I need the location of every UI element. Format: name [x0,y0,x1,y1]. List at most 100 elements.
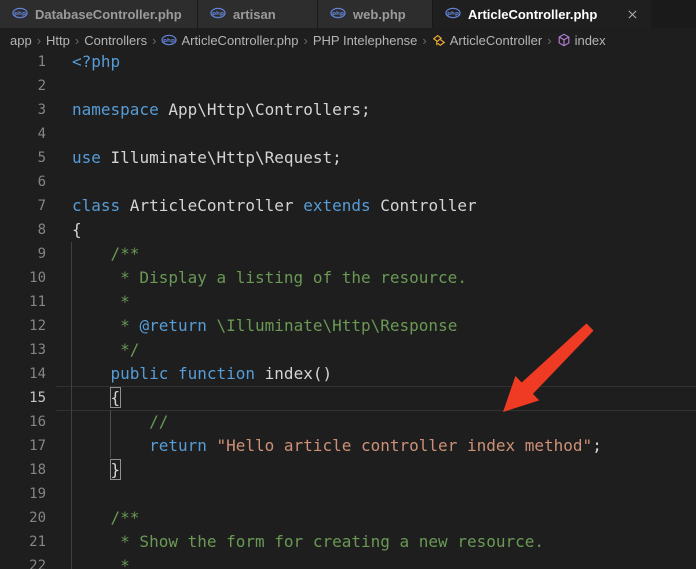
line-number: 12 [0,314,46,338]
code-line[interactable]: 12 * @return \Illuminate\Http\Response [0,314,696,338]
line-number: 8 [0,218,46,242]
line-number: 14 [0,362,46,386]
code-line[interactable]: 16 // [0,410,696,434]
svg-text:php: php [212,11,224,17]
breadcrumb-label: PHP Intelephense [313,33,418,48]
chevron-right-icon: › [542,33,556,48]
line-number: 1 [0,52,46,74]
php-icon: php [12,7,28,22]
breadcrumb-item-index[interactable]: index [557,33,606,48]
tab-articlecontroller-php[interactable]: php ArticleController.php [433,0,651,28]
code-text: * Show the form for creating a new resou… [46,530,696,554]
code-text [46,170,696,194]
code-editor[interactable]: 1<?php23namespace App\Http\Controllers;4… [0,52,696,569]
code-text: class ArticleController extends Controll… [46,194,696,218]
code-text [46,482,696,506]
tab-label: web.php [353,7,406,22]
breadcrumb: app›Http›Controllers›phpArticleControlle… [0,28,696,52]
code-text: { [46,386,696,410]
code-text: * @return \Illuminate\Http\Response [46,314,696,338]
code-line[interactable]: 6 [0,170,696,194]
code-line[interactable]: 15 { [0,386,696,410]
breadcrumb-label: Http [46,33,70,48]
code-text: { [46,218,696,242]
breadcrumb-label: ArticleController.php [181,33,298,48]
class-icon [432,33,446,47]
code-line[interactable]: 3namespace App\Http\Controllers; [0,98,696,122]
line-number: 13 [0,338,46,362]
tab-bar: phpDatabaseController.phpphpartisanphpwe… [0,0,696,28]
chevron-right-icon: › [417,33,431,48]
tab-label: artisan [233,7,276,22]
breadcrumb-label: ArticleController [450,33,542,48]
tab-label: ArticleController.php [468,7,597,22]
svg-text:php: php [447,11,459,17]
code-line[interactable]: 22 * [0,554,696,569]
line-number: 17 [0,434,46,458]
tab-databasecontroller-php[interactable]: phpDatabaseController.php [0,0,198,28]
code-text: } [46,458,696,482]
code-line[interactable]: 20 /** [0,506,696,530]
code-text [46,122,696,146]
php-icon: php [210,7,226,22]
code-text: return "Hello article controller index m… [46,434,696,458]
code-text: * [46,290,696,314]
code-text: */ [46,338,696,362]
line-number: 22 [0,554,46,569]
code-lines: 1<?php23namespace App\Http\Controllers;4… [0,52,696,569]
line-number: 10 [0,266,46,290]
breadcrumb-item-http[interactable]: Http [46,33,70,48]
breadcrumb-item-app[interactable]: app [10,33,32,48]
breadcrumb-item-articlecontroller-php[interactable]: php ArticleController.php [161,33,298,48]
code-line[interactable]: 10 * Display a listing of the resource. [0,266,696,290]
code-line[interactable]: 1<?php [0,52,696,74]
breadcrumb-label: index [575,33,606,48]
vscode-window: phpDatabaseController.phpphpartisanphpwe… [0,0,696,569]
code-line[interactable]: 8{ [0,218,696,242]
close-icon[interactable] [626,8,639,21]
line-number: 3 [0,98,46,122]
line-number: 4 [0,122,46,146]
chevron-right-icon: › [299,33,313,48]
code-text: namespace App\Http\Controllers; [46,98,696,122]
code-text: * [46,554,696,569]
breadcrumb-item-php-intelephense[interactable]: PHP Intelephense [313,33,418,48]
line-number: 19 [0,482,46,506]
code-line[interactable]: 9 /** [0,242,696,266]
line-number: 15 [0,386,46,410]
line-number: 20 [0,506,46,530]
code-line[interactable]: 5use Illuminate\Http\Request; [0,146,696,170]
code-line[interactable]: 7class ArticleController extends Control… [0,194,696,218]
line-number: 21 [0,530,46,554]
code-line[interactable]: 13 */ [0,338,696,362]
tab-artisan[interactable]: php artisan [198,0,318,28]
line-number: 16 [0,410,46,434]
code-line[interactable]: 2 [0,74,696,98]
code-line[interactable]: 17 return "Hello article controller inde… [0,434,696,458]
code-text: use Illuminate\Http\Request; [46,146,696,170]
code-line[interactable]: 19 [0,482,696,506]
code-line[interactable]: 14 public function index() [0,362,696,386]
svg-text:php: php [14,11,26,17]
svg-text:php: php [332,11,344,17]
chevron-right-icon: › [147,33,161,48]
code-text: * Display a listing of the resource. [46,266,696,290]
line-number: 9 [0,242,46,266]
code-line[interactable]: 11 * [0,290,696,314]
code-line[interactable]: 21 * Show the form for creating a new re… [0,530,696,554]
breadcrumb-item-controllers[interactable]: Controllers [84,33,147,48]
chevron-right-icon: › [70,33,84,48]
code-text: <?php [46,52,696,74]
chevron-right-icon: › [32,33,46,48]
line-number: 2 [0,74,46,98]
svg-text:php: php [164,38,176,44]
code-line[interactable]: 4 [0,122,696,146]
line-number: 7 [0,194,46,218]
tab-web-php[interactable]: php web.php [318,0,433,28]
breadcrumb-item-articlecontroller[interactable]: ArticleController [432,33,542,48]
code-text: // [46,410,696,434]
code-text: /** [46,242,696,266]
php-icon: php [330,7,346,22]
code-line[interactable]: 18 } [0,458,696,482]
breadcrumb-label: Controllers [84,33,147,48]
